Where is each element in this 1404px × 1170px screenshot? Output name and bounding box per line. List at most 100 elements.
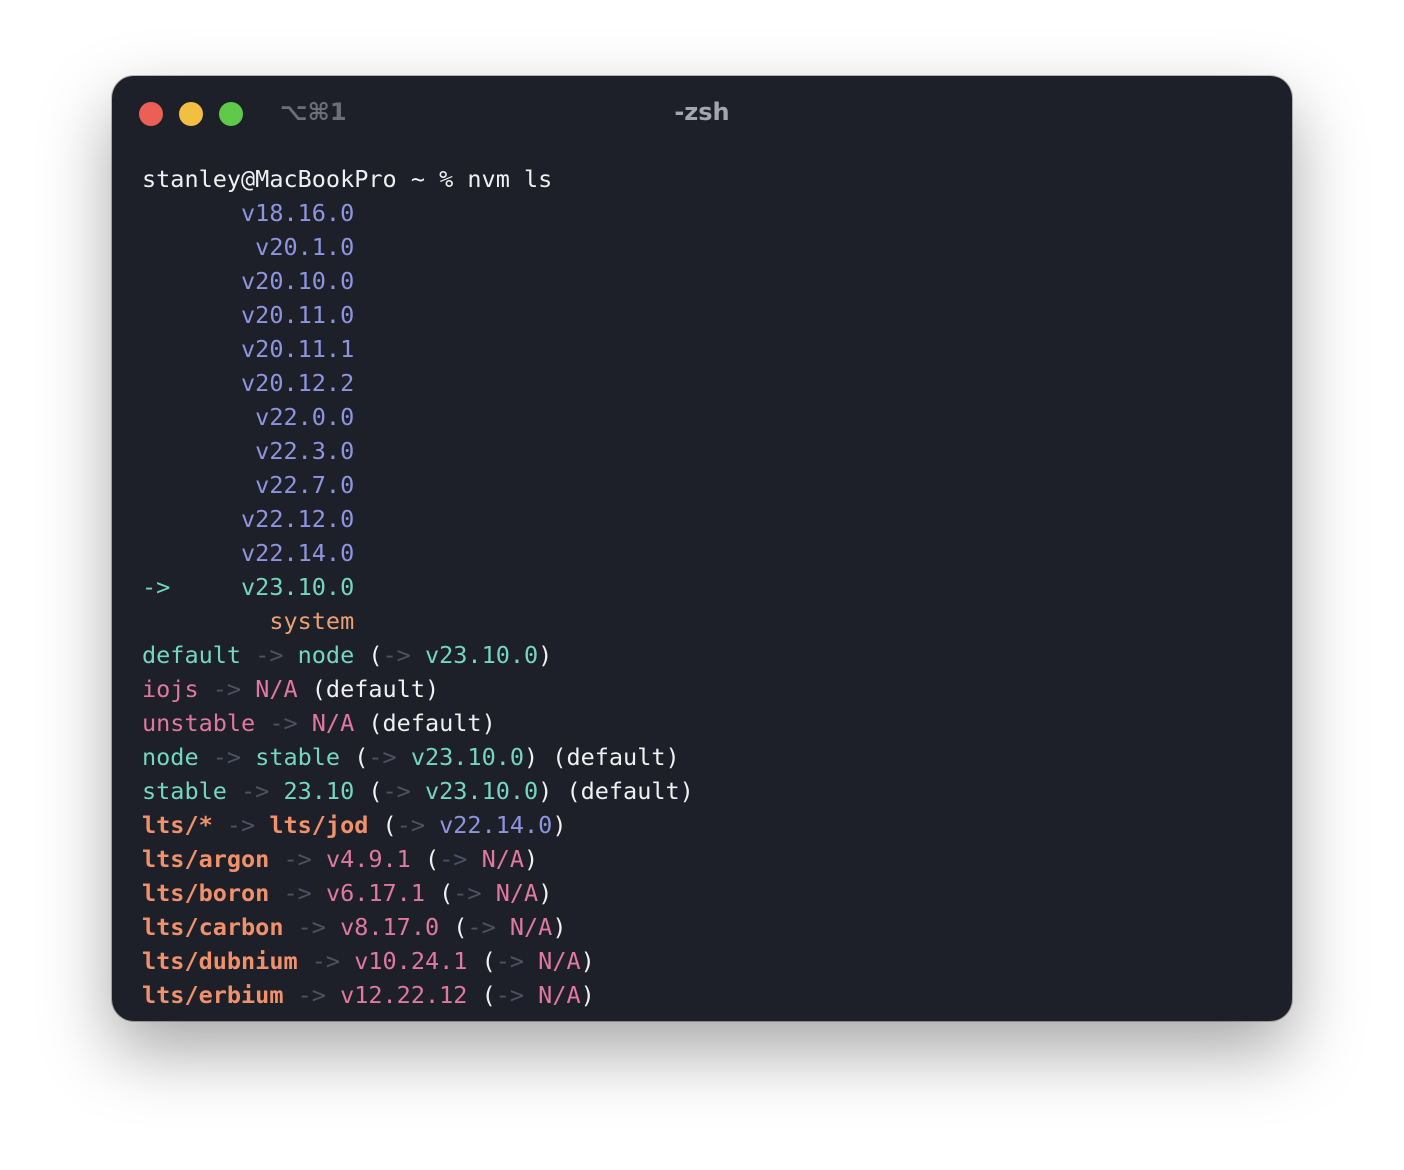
terminal-text-segment: unstable: [142, 709, 256, 737]
terminal-text-segment: v10.24.1: [354, 947, 468, 975]
terminal-text-segment: v22.7.0: [142, 471, 355, 499]
terminal-line: lts/argon -> v4.9.1 (-> N/A): [142, 842, 694, 876]
terminal-line: v20.12.2: [142, 366, 694, 400]
terminal-text-segment: (: [439, 913, 468, 941]
terminal-line: lts/boron -> v6.17.1 (-> N/A): [142, 876, 694, 910]
terminal-text-segment: (: [354, 777, 383, 805]
terminal-line: stanley@MacBookPro ~ % nvm ls: [142, 162, 694, 196]
terminal-text-segment: v8.17.0: [340, 913, 440, 941]
terminal-text-segment: ->: [212, 811, 270, 839]
terminal-text-segment: lts/jod: [269, 811, 369, 839]
terminal-line: node -> stable (-> v23.10.0) (default): [142, 740, 694, 774]
terminal-line: v22.12.0: [142, 502, 694, 536]
terminal-text-segment: (default): [297, 675, 440, 703]
terminal-text-segment: ): [580, 947, 595, 975]
terminal-text-segment: v20.11.1: [142, 335, 355, 363]
terminal-text-segment: stable: [255, 743, 341, 771]
terminal-text-segment: N/A: [495, 879, 539, 907]
terminal-text-segment: (: [368, 811, 397, 839]
terminal-text-segment: ): [524, 845, 539, 873]
terminal-text-segment: ) (default): [538, 777, 694, 805]
window-title: -zsh: [674, 98, 730, 126]
terminal-text-segment: ->: [241, 641, 298, 669]
terminal-line: default -> node (-> v23.10.0): [142, 638, 694, 672]
terminal-text-segment: v20.11.0: [142, 301, 355, 329]
terminal-line: v20.11.1: [142, 332, 694, 366]
terminal-text-segment: (: [354, 641, 383, 669]
terminal-text-segment: ->: [283, 981, 341, 1009]
terminal-text-segment: (: [410, 845, 440, 873]
title-bar[interactable]: ⌥⌘1 -zsh: [112, 76, 1292, 152]
terminal-text-segment: iojs: [142, 675, 199, 703]
terminal-text-segment: lts/*: [142, 811, 213, 839]
terminal-line: system: [142, 604, 694, 638]
terminal-text-segment: N/A: [538, 981, 581, 1009]
terminal-text-segment: ->: [382, 777, 425, 805]
terminal-text-segment: v18.16.0: [142, 199, 355, 227]
terminal-text-segment: node: [142, 743, 199, 771]
terminal-line: lts/* -> lts/jod (-> v22.14.0): [142, 808, 694, 842]
terminal-text-segment: lts/argon: [142, 845, 270, 873]
terminal-text-segment: N/A: [311, 709, 355, 737]
terminal-text-segment: N/A: [538, 947, 581, 975]
terminal-text-segment: v6.17.1: [325, 879, 425, 907]
terminal-text-segment: ->: [226, 777, 284, 805]
terminal-line: lts/erbium -> v12.22.12 (-> N/A): [142, 978, 694, 1012]
terminal-line: v20.10.0: [142, 264, 694, 298]
terminal-line: v18.16.0: [142, 196, 694, 230]
terminal-line: v22.0.0: [142, 400, 694, 434]
terminal-line: -> v23.10.0: [142, 570, 694, 604]
terminal-text-segment: ->: [495, 947, 539, 975]
terminal-line: v20.1.0: [142, 230, 694, 264]
terminal-text-segment: ->: [467, 913, 510, 941]
terminal-text-segment: v23.10.0: [424, 641, 539, 669]
terminal-text-segment: v20.1.0: [142, 233, 355, 261]
terminal-text-segment: ->: [198, 675, 256, 703]
terminal-text-segment: node: [297, 641, 355, 669]
terminal-text-segment: (: [340, 743, 369, 771]
terminal-output[interactable]: stanley@MacBookPro ~ % nvm ls v18.16.0 v…: [142, 162, 694, 1012]
terminal-text-segment: v22.3.0: [142, 437, 355, 465]
terminal-text-segment: (: [467, 981, 496, 1009]
terminal-text-segment: lts/dubnium: [142, 947, 298, 975]
terminal-window[interactable]: ⌥⌘1 -zsh stanley@MacBookPro ~ % nvm ls v…: [112, 76, 1292, 1021]
terminal-text-segment: v12.22.12: [340, 981, 468, 1009]
terminal-text-segment: system: [142, 607, 355, 635]
terminal-text-segment: ->: [453, 879, 496, 907]
terminal-text-segment: default: [142, 641, 242, 669]
terminal-text-segment: stanley@MacBookPro ~ % nvm ls: [142, 165, 553, 193]
terminal-text-segment: ->: [368, 743, 411, 771]
terminal-text-segment: v22.14.0: [142, 539, 355, 567]
terminal-text-segment: ->: [283, 913, 341, 941]
terminal-line: lts/dubnium -> v10.24.1 (-> N/A): [142, 944, 694, 978]
terminal-line: v22.14.0: [142, 536, 694, 570]
terminal-line: v20.11.0: [142, 298, 694, 332]
terminal-text-segment: v23.10.0: [410, 743, 525, 771]
terminal-text-segment: ->: [382, 641, 425, 669]
terminal-text-segment: lts/boron: [142, 879, 270, 907]
terminal-text-segment: ): [552, 811, 567, 839]
terminal-line: iojs -> N/A (default): [142, 672, 694, 706]
terminal-text-segment: ->: [439, 845, 482, 873]
terminal-line: lts/carbon -> v8.17.0 (-> N/A): [142, 910, 694, 944]
terminal-text-segment: stable: [142, 777, 227, 805]
terminal-text-segment: lts/carbon: [142, 913, 284, 941]
terminal-line: v22.3.0: [142, 434, 694, 468]
terminal-text-segment: v23.10.0: [424, 777, 539, 805]
terminal-text-segment: lts/erbium: [142, 981, 284, 1009]
terminal-text-segment: 23.10: [283, 777, 355, 805]
terminal-text-segment: (default): [354, 709, 496, 737]
terminal-text-segment: v20.10.0: [142, 267, 355, 295]
terminal-text-segment: v4.9.1: [325, 845, 411, 873]
terminal-text-segment: v20.12.2: [142, 369, 355, 397]
terminal-text-segment: N/A: [509, 913, 553, 941]
terminal-line: v22.7.0: [142, 468, 694, 502]
terminal-text-segment: N/A: [481, 845, 525, 873]
terminal-text-segment: ): [538, 879, 553, 907]
terminal-text-segment: ) (default): [524, 743, 680, 771]
terminal-text-segment: v22.14.0: [439, 811, 553, 839]
terminal-text-segment: ->: [297, 947, 355, 975]
terminal-text-segment: ->: [495, 981, 539, 1009]
terminal-text-segment: ): [538, 641, 553, 669]
terminal-text-segment: ->: [198, 743, 256, 771]
